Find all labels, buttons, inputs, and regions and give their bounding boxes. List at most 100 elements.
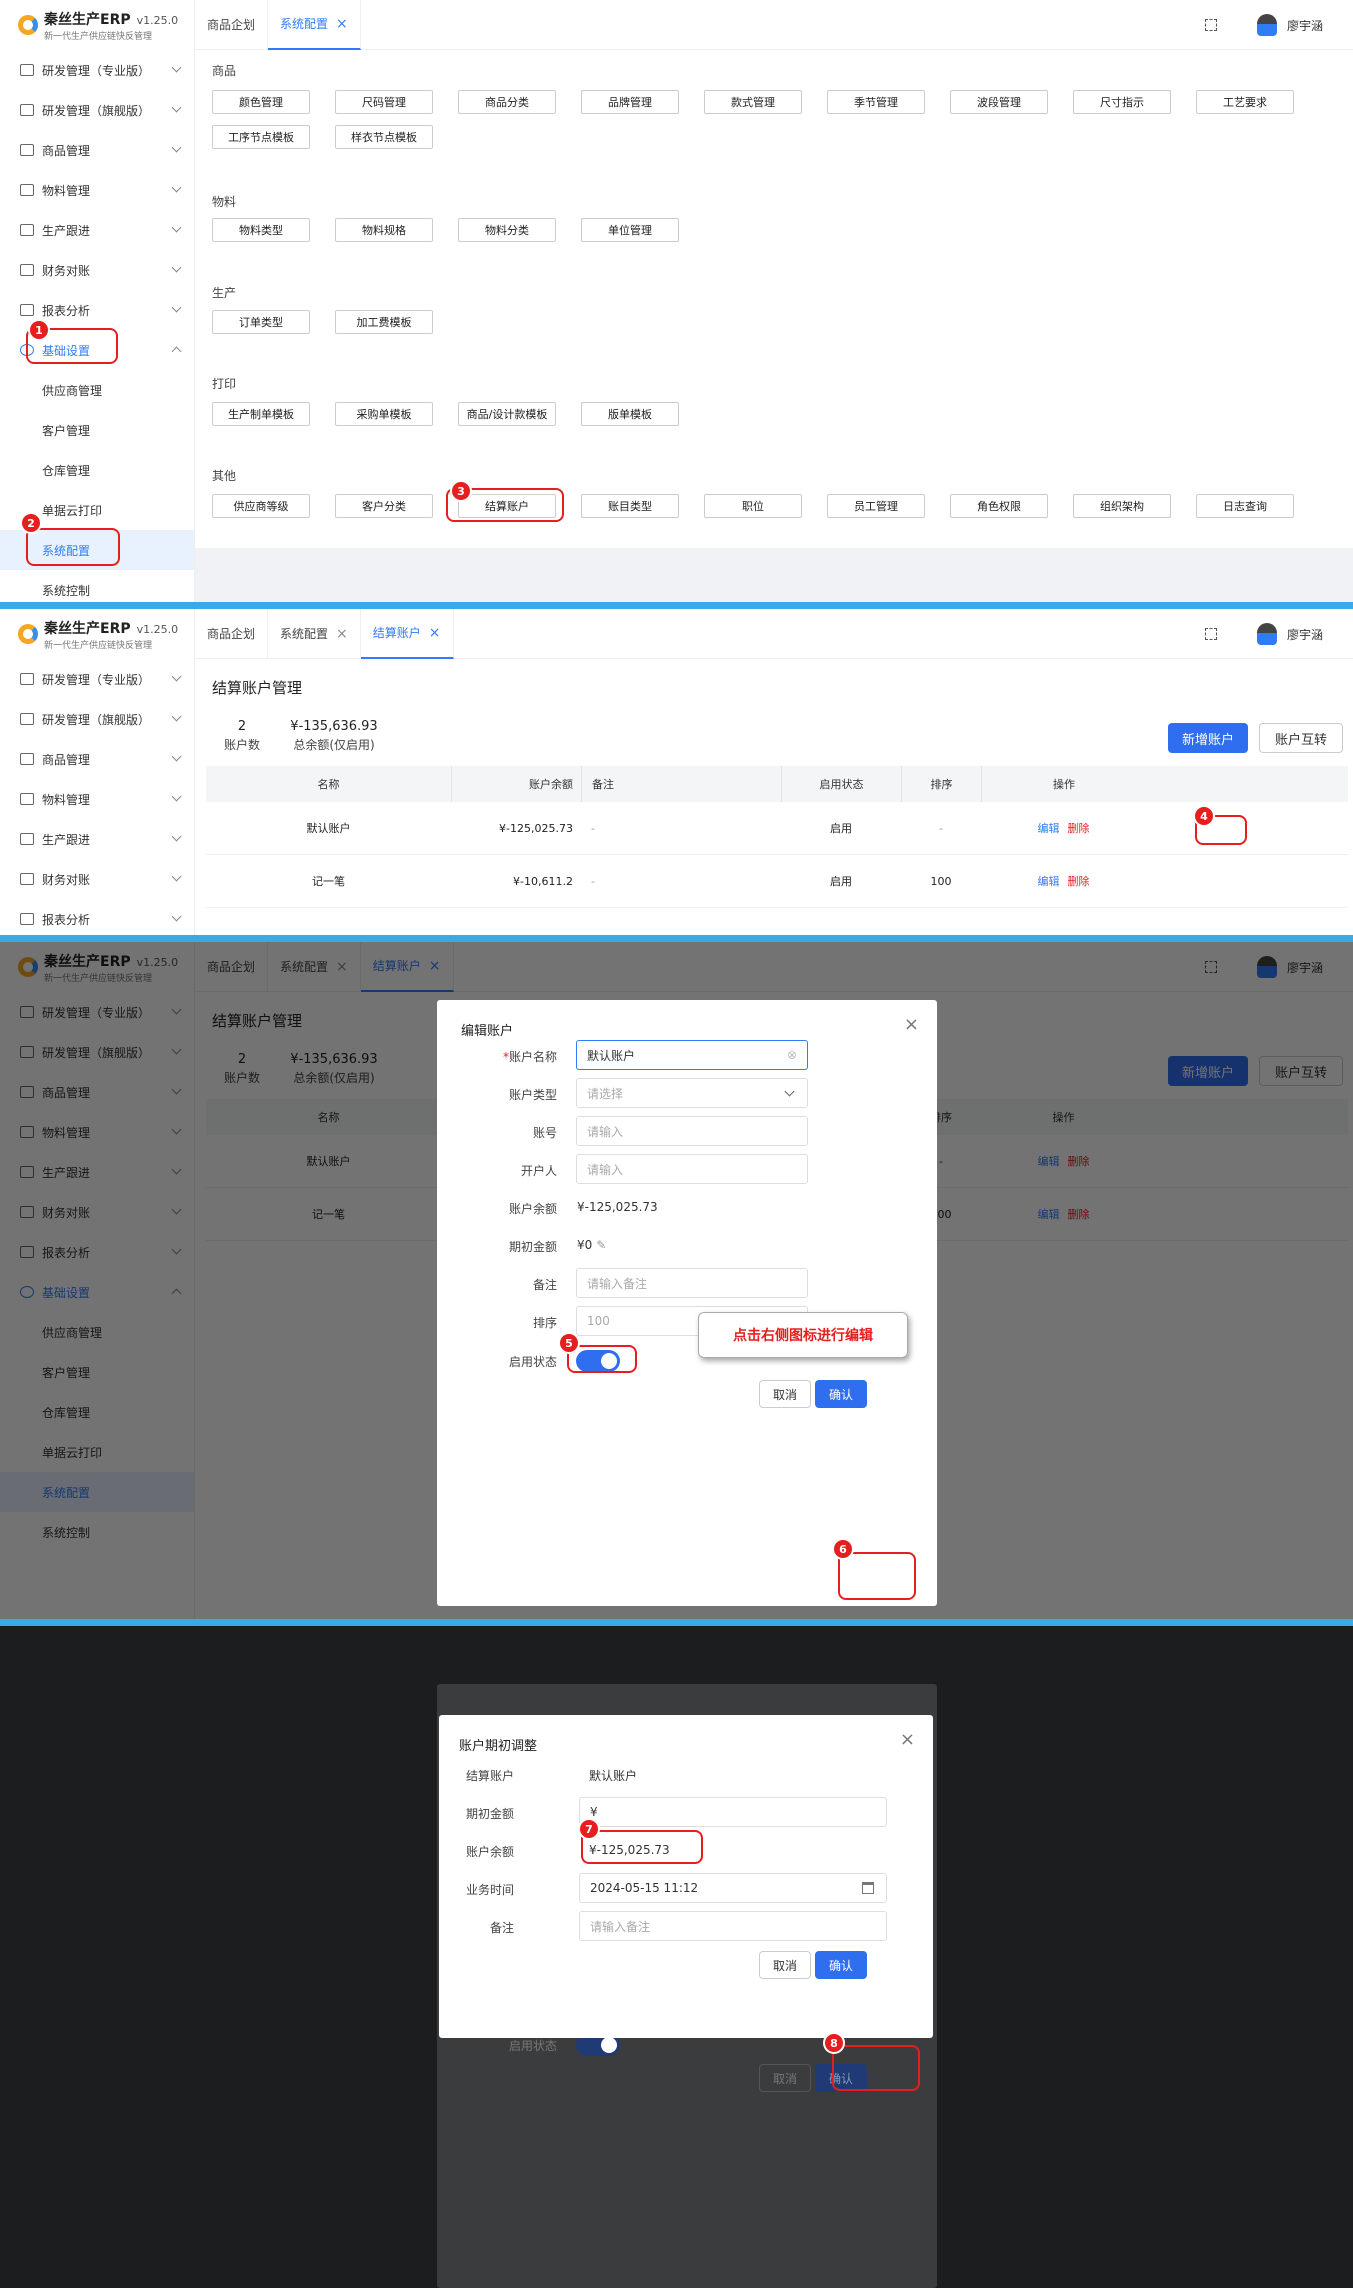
config-season[interactable]: 季节管理 xyxy=(827,90,925,114)
sidebar-sub-warehouse[interactable]: 仓库管理 xyxy=(0,450,194,490)
sidebar-sub-system-control[interactable]: 系统控制 xyxy=(0,570,194,602)
clear-icon[interactable]: ⊗ xyxy=(787,1048,797,1062)
config-roles[interactable]: 角色权限 xyxy=(950,494,1048,518)
fullscreen-icon[interactable] xyxy=(1204,628,1217,640)
cancel-button[interactable]: 取消 xyxy=(759,1380,811,1408)
production-icon xyxy=(20,224,34,236)
close-icon[interactable]: × xyxy=(904,1014,919,1035)
avatar xyxy=(1256,14,1277,36)
sidebar-item-report[interactable]: 报表分析 xyxy=(0,899,194,935)
step-badge: 1 xyxy=(28,319,50,341)
config-material-type[interactable]: 物料类型 xyxy=(212,218,310,242)
config-position[interactable]: 职位 xyxy=(704,494,802,518)
app-logo: 秦丝生产ERP v1.25.0 新一代生产供应链快反管理 xyxy=(0,609,194,659)
sidebar-sub-customer[interactable]: 客户管理 xyxy=(0,410,194,450)
note-input[interactable]: 请输入备注 xyxy=(576,1268,808,1298)
config-color[interactable]: 颜色管理 xyxy=(212,90,310,114)
sidebar-item-production[interactable]: 生产跟进 xyxy=(0,819,194,859)
user-menu[interactable]: 廖宇涵 xyxy=(1256,623,1323,645)
config-sample-template[interactable]: 样衣节点模板 xyxy=(335,125,433,149)
tab-goods-plan[interactable]: 商品企划 xyxy=(195,0,269,50)
config-brand[interactable]: 品牌管理 xyxy=(581,90,679,114)
tab-settlement-account[interactable]: 结算账户× xyxy=(360,609,454,659)
step-badge: 8 xyxy=(823,2032,845,2054)
edit-link[interactable]: 编辑 xyxy=(1038,873,1060,889)
chevron-down-icon xyxy=(784,1086,795,1097)
account-number-input[interactable]: 请输入 xyxy=(576,1116,808,1146)
sidebar-item-finance[interactable]: 财务对账 xyxy=(0,250,194,290)
sidebar-item-rd-pro[interactable]: 研发管理（专业版） xyxy=(0,659,194,699)
page-title: 结算账户管理 xyxy=(212,679,303,697)
sidebar-item-goods[interactable]: 商品管理 xyxy=(0,739,194,779)
account-value: 默认账户 xyxy=(589,1769,638,1783)
config-material-spec[interactable]: 物料规格 xyxy=(335,218,433,242)
config-ledger-type[interactable]: 账目类型 xyxy=(581,494,679,518)
config-print-production[interactable]: 生产制单模板 xyxy=(212,402,310,426)
sidebar-item-material[interactable]: 物料管理 xyxy=(0,170,194,210)
close-icon[interactable]: × xyxy=(429,625,441,641)
pencil-icon[interactable]: ✎ xyxy=(596,1238,606,1252)
add-account-button[interactable]: 新增账户 xyxy=(1168,723,1248,753)
business-time-input[interactable]: 2024-05-15 11:12 xyxy=(579,1873,887,1903)
tab-goods-plan[interactable]: 商品企划 xyxy=(195,609,269,659)
config-print-purchase[interactable]: 采购单模板 xyxy=(335,402,433,426)
bar-chart-icon xyxy=(20,913,34,925)
close-icon[interactable]: × xyxy=(336,626,348,642)
transfer-button[interactable]: 账户互转 xyxy=(1259,723,1343,753)
sidebar-sub-supplier[interactable]: 供应商管理 xyxy=(0,370,194,410)
config-style[interactable]: 款式管理 xyxy=(704,90,802,114)
sidebar-item-finance[interactable]: 财务对账 xyxy=(0,859,194,899)
account-holder-input[interactable]: 请输入 xyxy=(576,1154,808,1184)
section-other: 其他 xyxy=(212,469,237,483)
panel-edit-account: 秦丝生产ERPv1.25.0新一代生产供应链快反管理 研发管理（专业版） 研发管… xyxy=(0,942,1353,1619)
config-order-type[interactable]: 订单类型 xyxy=(212,310,310,334)
confirm-button[interactable]: 确认 xyxy=(815,1380,867,1408)
shirt-icon xyxy=(20,753,34,765)
config-staff[interactable]: 员工管理 xyxy=(827,494,925,518)
logo-icon xyxy=(18,15,38,35)
edit-link[interactable]: 编辑 xyxy=(1038,820,1060,836)
chevron-down-icon xyxy=(171,831,182,842)
close-icon[interactable]: × xyxy=(900,1729,915,1750)
account-type-select[interactable]: 请选择 xyxy=(576,1078,808,1108)
config-size[interactable]: 尺码管理 xyxy=(335,90,433,114)
sidebar-item-goods[interactable]: 商品管理 xyxy=(0,130,194,170)
config-material-category[interactable]: 物料分类 xyxy=(458,218,556,242)
logo-icon xyxy=(18,624,38,644)
config-print-pattern[interactable]: 版单模板 xyxy=(581,402,679,426)
sidebar-item-rd-pro[interactable]: 研发管理（专业版） xyxy=(0,50,194,90)
fullscreen-icon[interactable] xyxy=(1204,19,1217,31)
config-log[interactable]: 日志查询 xyxy=(1196,494,1294,518)
initial-amount-input[interactable]: ¥ xyxy=(579,1797,887,1827)
shirt-icon xyxy=(20,144,34,156)
config-category[interactable]: 商品分类 xyxy=(458,90,556,114)
sidebar-item-rd-flagship[interactable]: 研发管理（旗舰版） xyxy=(0,90,194,130)
cancel-button[interactable]: 取消 xyxy=(759,1951,811,1979)
config-craft[interactable]: 工艺要求 xyxy=(1196,90,1294,114)
close-icon[interactable]: × xyxy=(336,16,348,32)
tab-system-config[interactable]: 系统配置× xyxy=(268,609,361,659)
tab-system-config[interactable]: 系统配置× xyxy=(268,0,361,50)
delete-link[interactable]: 删除 xyxy=(1068,873,1090,889)
sidebar-item-production[interactable]: 生产跟进 xyxy=(0,210,194,250)
calendar-icon[interactable] xyxy=(862,1882,874,1894)
config-wave[interactable]: 波段管理 xyxy=(950,90,1048,114)
config-org[interactable]: 组织架构 xyxy=(1073,494,1171,518)
config-process-template[interactable]: 工序节点模板 xyxy=(212,125,310,149)
config-supplier-level[interactable]: 供应商等级 xyxy=(212,494,310,518)
modal-title: 编辑账户 xyxy=(461,1024,514,1039)
config-fee-template[interactable]: 加工费模板 xyxy=(335,310,433,334)
config-unit[interactable]: 单位管理 xyxy=(581,218,679,242)
chevron-down-icon xyxy=(171,262,182,273)
config-customer-category[interactable]: 客户分类 xyxy=(335,494,433,518)
config-size-guide[interactable]: 尺寸指示 xyxy=(1073,90,1171,114)
sidebar-item-material[interactable]: 物料管理 xyxy=(0,779,194,819)
user-menu[interactable]: 廖宇涵 xyxy=(1256,14,1323,36)
modal-title: 账户期初调整 xyxy=(459,1739,538,1754)
sidebar-item-rd-flagship[interactable]: 研发管理（旗舰版） xyxy=(0,699,194,739)
note-input[interactable]: 请输入备注 xyxy=(579,1911,887,1941)
confirm-button[interactable]: 确认 xyxy=(815,1951,867,1979)
delete-link[interactable]: 删除 xyxy=(1068,820,1090,836)
config-print-design[interactable]: 商品/设计款模板 xyxy=(458,402,556,426)
account-name-input[interactable]: 默认账户 ⊗ xyxy=(576,1040,808,1070)
